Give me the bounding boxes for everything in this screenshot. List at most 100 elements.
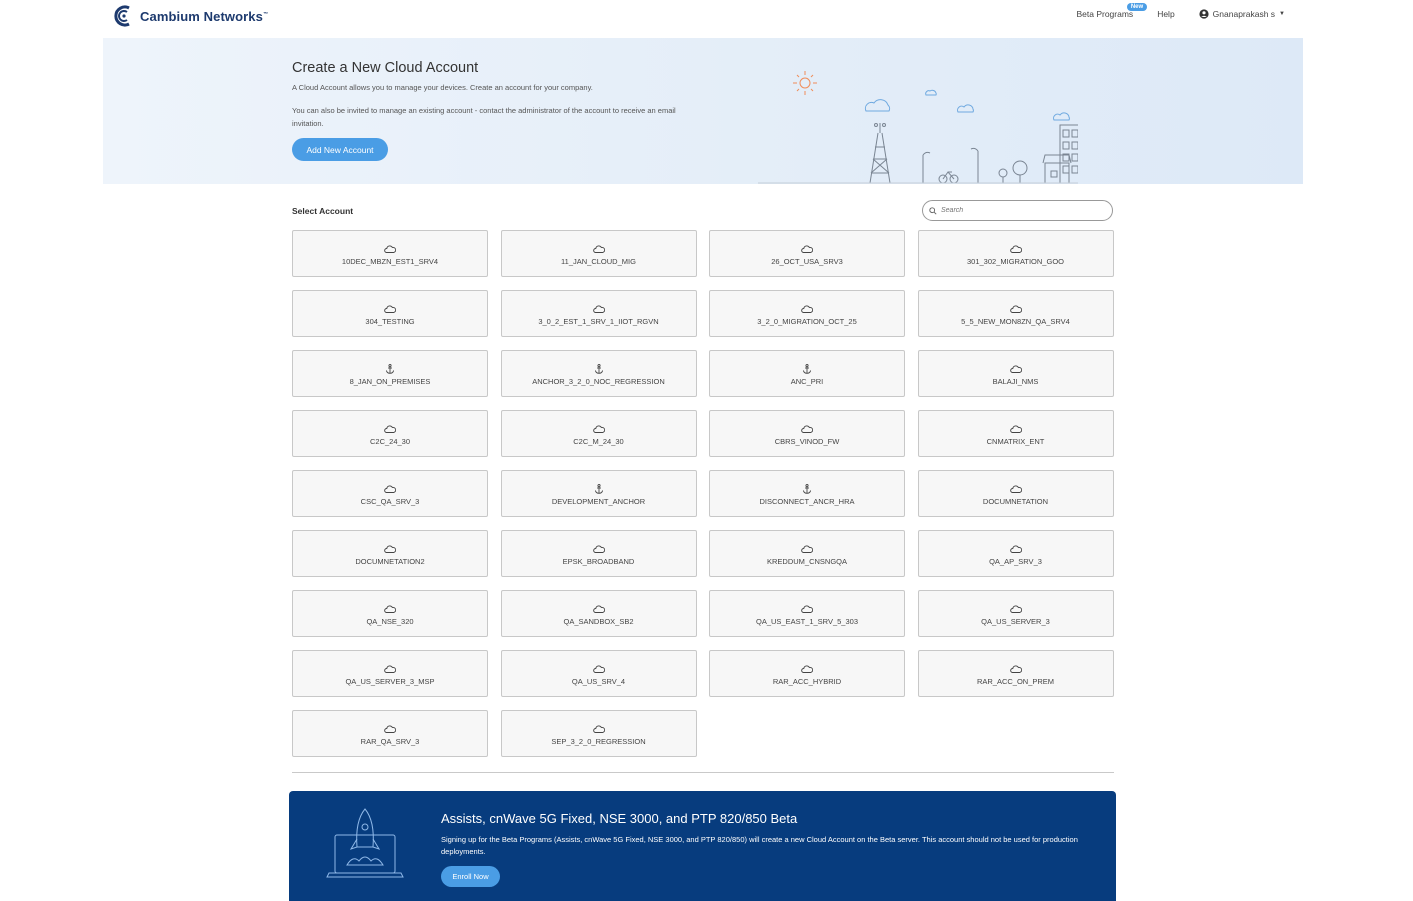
account-card[interactable]: DOCUMNETATION (917, 470, 1114, 517)
account-card[interactable]: 3_0_2_EST_1_SRV_1_IIOT_RGVN (500, 290, 697, 337)
trees (998, 160, 1028, 183)
account-card[interactable]: CNMATRIX_ENT (917, 410, 1114, 457)
account-name: 304_TESTING (365, 317, 415, 326)
account-card[interactable]: RAR_QA_SRV_3 (292, 710, 488, 757)
shop-building (1042, 154, 1072, 184)
user-name: Gnanaprakash s (1212, 9, 1276, 19)
cloud-icon (592, 601, 605, 613)
account-card[interactable]: RAR_ACC_ON_PREM (917, 650, 1114, 697)
cloud-icon (384, 541, 397, 553)
cloud-icon (801, 421, 814, 433)
anchor-icon (801, 361, 813, 374)
account-name: QA_AP_SRV_3 (989, 557, 1042, 566)
cloud-icon (384, 481, 397, 493)
account-card[interactable]: EPSK_BROADBAND (500, 530, 697, 577)
add-new-account-button[interactable]: Add New Account (292, 138, 388, 161)
account-card[interactable]: 26_OCT_USA_SRV3 (709, 230, 905, 277)
user-menu[interactable]: Gnanaprakash s ▼ (1199, 9, 1285, 19)
account-card[interactable]: 11_JAN_CLOUD_MIG (500, 230, 697, 277)
anchor-icon (801, 481, 813, 494)
account-name: QA_US_SRV_4 (571, 677, 626, 686)
anchor-icon (384, 361, 396, 374)
help-link[interactable]: Help (1157, 9, 1174, 19)
cloud-icon (592, 541, 605, 553)
account-card[interactable]: 301_302_MIGRATION_GOO (917, 230, 1114, 277)
account-card[interactable]: 304_TESTING (292, 290, 488, 337)
beta-programs-banner: Assists, cnWave 5G Fixed, NSE 3000, and … (289, 791, 1116, 901)
account-card[interactable]: QA_SANDBOX_SB2 (500, 590, 697, 637)
account-name: ANCHOR_3_2_0_NOC_REGRESSION (532, 377, 665, 386)
account-name: 8_JAN_ON_PREMISES (349, 377, 431, 386)
search-input[interactable] (941, 207, 1101, 214)
account-name: 10DEC_MBZN_EST1_SRV4 (341, 257, 439, 266)
account-card[interactable]: BALAJI_NMS (917, 350, 1114, 397)
enroll-now-button[interactable]: Enroll Now (441, 866, 500, 887)
account-card[interactable]: C2C_M_24_30 (500, 410, 697, 457)
account-card[interactable]: CBRS_VINOD_FW (709, 410, 905, 457)
account-name: 301_302_MIGRATION_GOO (967, 257, 1064, 266)
page-title: Create a New Cloud Account (292, 60, 479, 76)
account-name: QA_US_SERVER_3_MSP (345, 677, 435, 686)
select-account-label: Select Account (292, 206, 354, 216)
account-card[interactable]: 10DEC_MBZN_EST1_SRV4 (292, 230, 488, 277)
account-card[interactable]: DOCUMNETATION2 (292, 530, 488, 577)
cloud-icon (592, 661, 605, 673)
cloud-icon (1009, 361, 1022, 373)
cloud-icon (1009, 241, 1022, 253)
cloud-icon (801, 601, 814, 613)
account-card[interactable]: 3_2_0_MIGRATION_OCT_25 (709, 290, 905, 337)
create-account-hero: Create a New Cloud Account A Cloud Accou… (103, 38, 1303, 184)
account-name: CNMATRIX_ENT (986, 437, 1045, 446)
account-name: DEVELOPMENT_ANCHOR (551, 497, 646, 506)
search-box[interactable] (922, 200, 1113, 221)
account-name: C2C_M_24_30 (573, 437, 624, 446)
account-card[interactable]: QA_US_SERVER_3_MSP (292, 650, 488, 697)
search-icon (929, 206, 937, 215)
account-name: RAR_QA_SRV_3 (360, 737, 420, 746)
account-name: DISCONNECT_ANCR_HRA (759, 497, 855, 506)
account-grid: 10DEC_MBZN_EST1_SRV4 11_JAN_CLOUD_MIG 26_O… (292, 230, 1114, 757)
account-card[interactable]: ANC_PRI (709, 350, 905, 397)
cloud-icon (1009, 301, 1022, 313)
account-card[interactable]: QA_AP_SRV_3 (917, 530, 1114, 577)
cloud-icon (384, 421, 397, 433)
account-name: DOCUMNETATION (982, 497, 1049, 506)
section-divider (292, 772, 1114, 773)
account-name: CSC_QA_SRV_3 (360, 497, 420, 506)
account-name: RAR_ACC_ON_PREM (976, 677, 1055, 686)
sun-icon (793, 71, 817, 95)
account-card[interactable]: C2C_24_30 (292, 410, 488, 457)
account-card[interactable]: DEVELOPMENT_ANCHOR (500, 470, 697, 517)
account-card[interactable]: DISCONNECT_ANCR_HRA (709, 470, 905, 517)
bicycle-icon (938, 171, 959, 184)
hero-invite-text: You can also be invited to manage an exi… (292, 106, 676, 128)
account-card[interactable]: RAR_ACC_HYBRID (709, 650, 905, 697)
account-card[interactable]: KREDDUM_CNSNGQA (709, 530, 905, 577)
account-card[interactable]: QA_US_EAST_1_SRV_5_303 (709, 590, 905, 637)
cloud-icon (384, 301, 397, 313)
top-nav: Beta Programs New Help Gnanaprakash s ▼ (1076, 3, 1285, 19)
brand-logo[interactable]: Cambium Networks™ (112, 4, 268, 28)
radio-tower (869, 123, 891, 184)
account-name: QA_SANDBOX_SB2 (563, 617, 634, 626)
cloud-icon (384, 721, 397, 733)
cloud-icon (1009, 661, 1022, 673)
cambium-logo-icon (114, 5, 130, 27)
account-name: 11_JAN_CLOUD_MIG (561, 257, 636, 266)
account-card[interactable]: QA_NSE_320 (292, 590, 488, 637)
chevron-down-icon: ▼ (1279, 11, 1285, 17)
beta-programs-link[interactable]: Beta Programs New (1076, 3, 1148, 19)
cloud-icon (592, 721, 605, 733)
brand-name: Cambium Networks™ (140, 8, 269, 24)
cloud-icon (1009, 421, 1022, 433)
cloud-icon (801, 541, 814, 553)
account-card[interactable]: CSC_QA_SRV_3 (292, 470, 488, 517)
account-card[interactable]: SEP_3_2_0_REGRESSION (500, 710, 697, 757)
account-name: C2C_24_30 (369, 437, 411, 446)
account-name: EPSK_BROADBAND (562, 557, 635, 566)
account-card[interactable]: QA_US_SERVER_3 (917, 590, 1114, 637)
account-card[interactable]: QA_US_SRV_4 (500, 650, 697, 697)
account-card[interactable]: 5_5_NEW_MON8ZN_QA_SRV4 (917, 290, 1114, 337)
account-card[interactable]: 8_JAN_ON_PREMISES (292, 350, 488, 397)
account-card[interactable]: ANCHOR_3_2_0_NOC_REGRESSION (500, 350, 697, 397)
